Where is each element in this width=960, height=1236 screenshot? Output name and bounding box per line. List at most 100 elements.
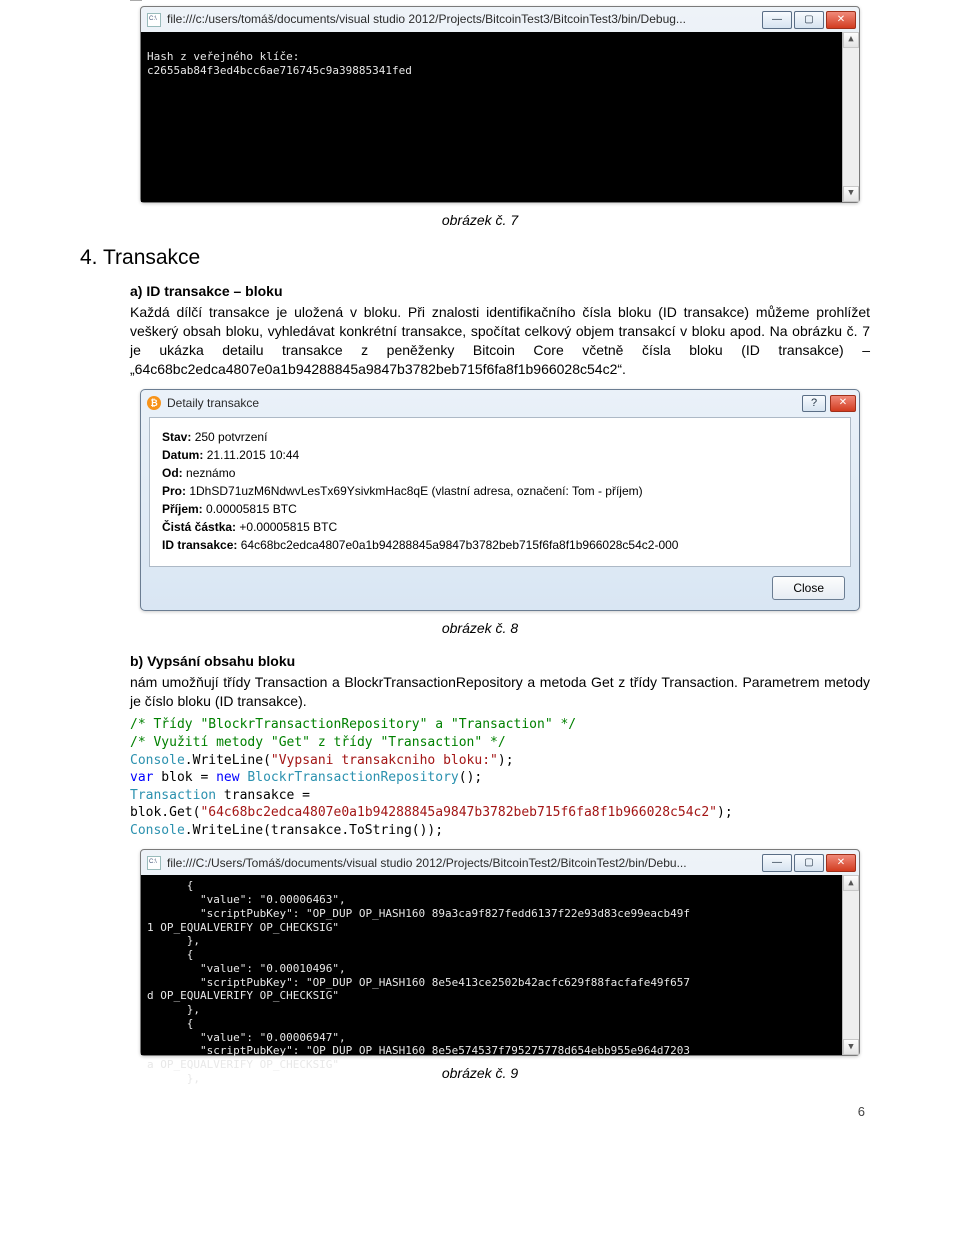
scroll-up-icon[interactable]: ▲ xyxy=(843,875,859,891)
console-line: c2655ab84f3ed4bcc6ae716745c9a39885341fed xyxy=(147,64,412,77)
code-comment: /* Využití metody "Get" z třídy "Transac… xyxy=(130,735,506,750)
label: Stav: xyxy=(162,430,191,444)
bitcoin-glyph: ₿ xyxy=(150,397,157,409)
dialog-body: Stav: 250 potvrzení Datum: 21.11.2015 10… xyxy=(149,417,851,567)
section-heading: 4. Transakce xyxy=(80,244,870,272)
maximize-icon: ▢ xyxy=(804,13,813,27)
dialog-title: Detaily transakce xyxy=(167,395,802,411)
vertical-scrollbar[interactable]: ▲ ▼ xyxy=(842,875,859,1055)
row-datum: Datum: 21.11.2015 10:44 xyxy=(162,446,838,464)
dialog-titlebar: ₿ Detaily transakce ? ✕ xyxy=(141,390,859,417)
close-icon: ✕ xyxy=(837,13,845,27)
row-idtx: ID transakce: 64c68bc2edca4807e0a1b94288… xyxy=(162,536,838,554)
label: Čistá částka: xyxy=(162,520,236,534)
console-window-2: file:///C:/Users/Tomáš/documents/visual … xyxy=(140,849,860,1056)
minimize-button[interactable]: — xyxy=(762,854,792,872)
label: Pro: xyxy=(162,484,186,498)
subsection-a-text: Každá dílčí transakce je uložená v bloku… xyxy=(130,303,870,379)
minimize-icon: — xyxy=(772,13,782,27)
bitcoin-icon: ₿ xyxy=(147,396,161,410)
close-button[interactable]: ✕ xyxy=(826,854,856,872)
scroll-down-icon[interactable]: ▼ xyxy=(843,186,859,202)
vertical-scrollbar[interactable]: ▲ ▼ xyxy=(842,32,859,202)
label: ID transakce: xyxy=(162,538,237,552)
code-block: /* Třídy "BlockrTransactionRepository" a… xyxy=(130,716,870,839)
console-body: Hash z veřejného klíče: c2655ab84f3ed4bc… xyxy=(141,32,859,202)
page-top-crop-mark xyxy=(130,0,142,6)
value: 250 potvrzení xyxy=(195,430,268,444)
code-keyword: var xyxy=(130,770,153,785)
code-keyword: new xyxy=(216,770,239,785)
figure-caption-3: obrázek č. 9 xyxy=(0,1064,960,1083)
page-number: 6 xyxy=(0,1103,960,1121)
row-prijem: Příjem: 0.00005815 BTC xyxy=(162,500,838,518)
code-text: ); xyxy=(717,805,733,820)
code-type: Transaction xyxy=(130,788,216,803)
titlebar: file:///c:/users/tomáš/documents/visual … xyxy=(141,7,859,32)
window-title: file:///C:/Users/Tomáš/documents/visual … xyxy=(167,855,760,871)
code-text: ); xyxy=(498,753,514,768)
code-type: Console xyxy=(130,823,185,838)
minimize-icon: — xyxy=(772,856,782,870)
maximize-button[interactable]: ▢ xyxy=(794,11,824,29)
figure-caption-2: obrázek č. 8 xyxy=(0,619,960,638)
scroll-track[interactable] xyxy=(843,891,859,1039)
chevron-down-icon: ▼ xyxy=(848,188,853,199)
value: 0.00005815 BTC xyxy=(206,502,297,516)
label: Od: xyxy=(162,466,183,480)
value: 64c68bc2edca4807e0a1b94288845a9847b3782b… xyxy=(241,538,679,552)
code-string: "Vypsani transakcniho bloku:" xyxy=(271,753,498,768)
code-string: "64c68bc2edca4807e0a1b94288845a9847b3782… xyxy=(200,805,717,820)
dialog-close-button[interactable]: ✕ xyxy=(830,395,856,412)
minimize-button[interactable]: — xyxy=(762,11,792,29)
row-od: Od: neznámo xyxy=(162,464,838,482)
window-title: file:///c:/users/tomáš/documents/visual … xyxy=(167,11,760,27)
scroll-down-icon[interactable]: ▼ xyxy=(843,1039,859,1055)
maximize-button[interactable]: ▢ xyxy=(794,854,824,872)
scroll-up-icon[interactable]: ▲ xyxy=(843,32,859,48)
console-body: { "value": "0.00006463", "scriptPubKey":… xyxy=(141,875,859,1055)
window-buttons: — ▢ ✕ xyxy=(760,854,856,872)
console-line: Hash z veřejného klíče: xyxy=(147,50,299,63)
code-text: .WriteLine( xyxy=(185,753,271,768)
row-cista: Čistá částka: +0.00005815 BTC xyxy=(162,518,838,536)
subsection-b-text: nám umožňují třídy Transaction a BlockrT… xyxy=(130,673,870,711)
console-output: { "value": "0.00006463", "scriptPubKey":… xyxy=(147,879,690,1085)
titlebar: file:///C:/Users/Tomáš/documents/visual … xyxy=(141,850,859,875)
console-window-1: file:///c:/users/tomáš/documents/visual … xyxy=(140,6,860,203)
dialog-close-action-button[interactable]: Close xyxy=(772,576,845,600)
scroll-track[interactable] xyxy=(843,48,859,186)
subsection-b-heading: b) Vypsání obsahu bloku xyxy=(130,652,870,671)
value: 1DhSD71uzM6NdwvLesTx69YsivkmHac8qE (vlas… xyxy=(189,484,642,498)
value: +0.00005815 BTC xyxy=(239,520,337,534)
subsection-a-heading: a) ID transakce – bloku xyxy=(130,282,870,301)
chevron-up-icon: ▲ xyxy=(848,878,853,889)
code-text: transakce = xyxy=(216,788,310,803)
label: Příjem: xyxy=(162,502,203,516)
code-text: .WriteLine(transakce.ToString()); xyxy=(185,823,443,838)
row-stav: Stav: 250 potvrzení xyxy=(162,428,838,446)
dialog-window-buttons: ? ✕ xyxy=(802,395,856,412)
value: neznámo xyxy=(186,466,235,480)
chevron-up-icon: ▲ xyxy=(848,34,853,45)
figure-caption-1: obrázek č. 7 xyxy=(0,211,960,230)
close-icon: ✕ xyxy=(839,396,847,410)
close-button[interactable]: ✕ xyxy=(826,11,856,29)
chevron-down-icon: ▼ xyxy=(848,1042,853,1053)
window-buttons: — ▢ ✕ xyxy=(760,11,856,29)
close-icon: ✕ xyxy=(837,856,845,870)
code-text: (); xyxy=(459,770,482,785)
row-pro: Pro: 1DhSD71uzM6NdwvLesTx69YsivkmHac8qE … xyxy=(162,482,838,500)
code-comment: /* Třídy "BlockrTransactionRepository" a… xyxy=(130,717,576,732)
code-text: blok.Get( xyxy=(130,805,200,820)
code-type: Console xyxy=(130,753,185,768)
code-text: blok = xyxy=(153,770,216,785)
help-button[interactable]: ? xyxy=(802,395,826,412)
help-icon: ? xyxy=(811,396,817,411)
value: 21.11.2015 10:44 xyxy=(207,448,300,462)
code-type: BlockrTransactionRepository xyxy=(247,770,458,785)
label: Datum: xyxy=(162,448,203,462)
transaction-details-dialog: ₿ Detaily transakce ? ✕ Stav: 250 potvrz… xyxy=(140,389,860,611)
maximize-icon: ▢ xyxy=(804,856,813,870)
console-app-icon xyxy=(147,13,161,27)
